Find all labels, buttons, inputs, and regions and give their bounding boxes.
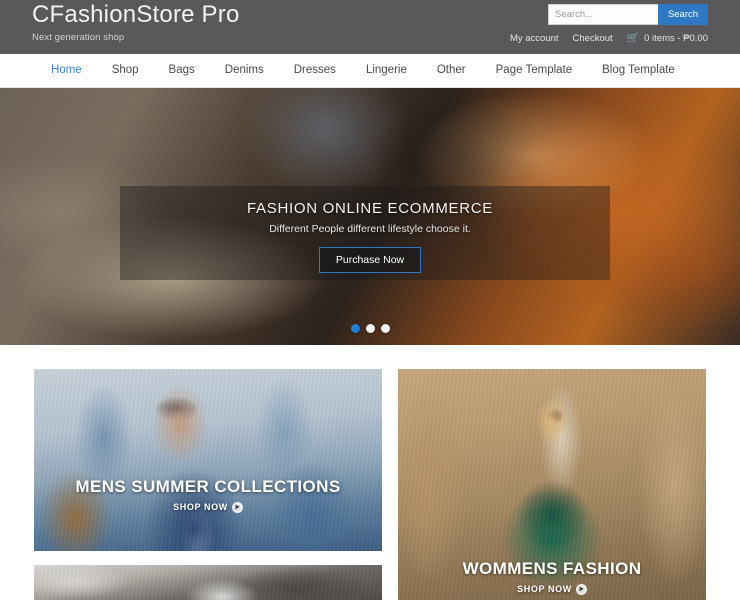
utility-links: My account Checkout 🛒 0 items - ₱0.00: [510, 33, 708, 44]
header-right-group: Search My account Checkout 🛒 0 items - ₱…: [510, 4, 708, 44]
cart-summary[interactable]: 🛒 0 items - ₱0.00: [627, 33, 708, 44]
shop-now-button-mens[interactable]: SHOP NOW ➤: [173, 501, 243, 513]
carousel-dot-2[interactable]: [365, 324, 375, 333]
nav-item-denims[interactable]: Denims: [210, 54, 279, 88]
site-header: CFashionStore Pro Next generation shop S…: [0, 0, 740, 54]
promo-image-third: [34, 565, 382, 600]
hero-content: FASHION ONLINE ECOMMERCE Different Peopl…: [0, 200, 740, 273]
search-form[interactable]: Search: [510, 4, 708, 25]
site-tagline: Next generation shop: [32, 32, 125, 43]
purchase-now-button[interactable]: Purchase Now: [318, 247, 422, 273]
arrow-right-icon: ➤: [231, 501, 243, 513]
cart-total-label: 0 items - ₱0.00: [644, 33, 708, 44]
carousel-dot-3[interactable]: [380, 324, 390, 333]
checkout-link[interactable]: Checkout: [573, 33, 613, 44]
hero-slider: FASHION ONLINE ECOMMERCE Different Peopl…: [0, 88, 740, 345]
shop-now-button-womens[interactable]: SHOP NOW ➤: [517, 583, 587, 595]
my-account-link[interactable]: My account: [510, 33, 559, 44]
carousel-dot-1[interactable]: [350, 324, 360, 333]
promo-image-mens-summer: [34, 369, 382, 551]
arrow-right-icon: ➤: [575, 583, 587, 595]
promo-title-womens-fashion: WOMMENS FASHION: [462, 559, 642, 578]
shop-now-label-mens: SHOP NOW: [173, 502, 228, 512]
promo-grid: MENS SUMMER COLLECTIONS SHOP NOW ➤ WOMME…: [34, 369, 706, 600]
promo-card-third[interactable]: [34, 565, 382, 600]
nav-item-page-template[interactable]: Page Template: [481, 54, 588, 88]
nav-item-blog-template[interactable]: Blog Template: [587, 54, 690, 88]
nav-item-home[interactable]: Home: [36, 54, 97, 88]
hero-carousel-dots: [0, 324, 740, 333]
promo-caption-mens-summer: MENS SUMMER COLLECTIONS SHOP NOW ➤: [34, 477, 382, 515]
promo-section: MENS SUMMER COLLECTIONS SHOP NOW ➤ WOMME…: [0, 345, 740, 600]
hero-title: FASHION ONLINE ECOMMERCE: [247, 200, 493, 217]
search-input[interactable]: [548, 4, 658, 25]
main-navigation: Home Shop Bags Denims Dresses Lingerie O…: [0, 54, 740, 88]
nav-item-shop[interactable]: Shop: [97, 54, 154, 88]
promo-caption-womens-fashion: WOMMENS FASHION SHOP NOW ➤: [398, 559, 706, 597]
hero-subtitle: Different People different lifestyle cho…: [269, 223, 471, 235]
nav-item-other[interactable]: Other: [422, 54, 481, 88]
promo-card-womens-fashion[interactable]: WOMMENS FASHION SHOP NOW ➤: [398, 369, 706, 600]
search-button[interactable]: Search: [658, 4, 708, 25]
brand-block[interactable]: CFashionStore Pro Next generation shop: [32, 1, 240, 44]
shop-now-label-womens: SHOP NOW: [517, 584, 572, 594]
promo-column-left: MENS SUMMER COLLECTIONS SHOP NOW ➤: [34, 369, 382, 600]
nav-item-lingerie[interactable]: Lingerie: [351, 54, 422, 88]
nav-item-bags[interactable]: Bags: [154, 54, 210, 88]
promo-title-mens-summer: MENS SUMMER COLLECTIONS: [75, 477, 341, 496]
nav-item-dresses[interactable]: Dresses: [279, 54, 351, 88]
shopping-cart-icon: 🛒: [626, 32, 640, 44]
promo-card-mens-summer[interactable]: MENS SUMMER COLLECTIONS SHOP NOW ➤: [34, 369, 382, 551]
site-title: CFashionStore Pro: [32, 1, 240, 28]
promo-column-right: WOMMENS FASHION SHOP NOW ➤: [398, 369, 706, 600]
